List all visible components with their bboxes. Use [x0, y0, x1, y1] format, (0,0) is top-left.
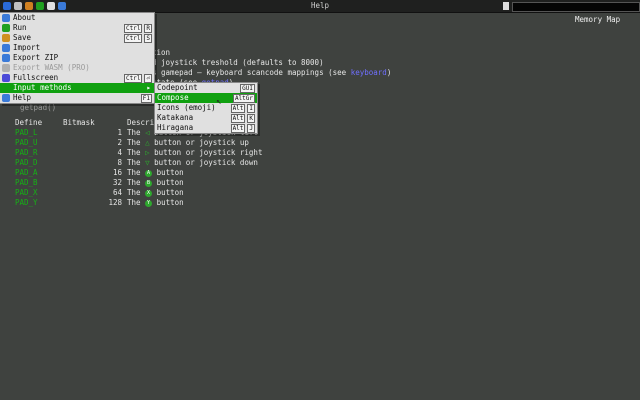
bitmask-value: 2: [117, 138, 122, 147]
description: The △ button or joystick up: [127, 138, 249, 147]
menu-item-label: Codepoint: [157, 83, 198, 92]
submenu-item-icons-emoji[interactable]: Icons (emoji) I Alt: [155, 103, 257, 113]
submenu-item-hiragana[interactable]: Hiragana J Alt: [155, 123, 257, 133]
menu-item-label: Import: [13, 43, 41, 52]
menu-item-label: About: [13, 13, 36, 22]
bitmask-value: 32: [112, 178, 122, 187]
bitmask-value: 128: [108, 198, 122, 207]
submenu-item-compose[interactable]: Compose AltGr: [155, 93, 257, 103]
a-button-icon: A: [145, 169, 153, 177]
menu-item-run[interactable]: Run R Ctrl: [0, 23, 154, 33]
define-name: PAD_A: [15, 168, 38, 177]
shortcut-key: AltGr: [232, 94, 255, 103]
right-arrow-icon: ▷: [145, 148, 150, 157]
description: The B button: [127, 178, 184, 187]
menu-item-save[interactable]: Save S Ctrl: [0, 33, 154, 43]
shortcut-key: S: [144, 34, 152, 43]
run-icon: [2, 24, 10, 32]
left-arrow-icon: ◁: [145, 128, 150, 137]
input-methods-icon: [2, 84, 10, 92]
submenu-item-katakana[interactable]: Katakana K Alt: [155, 113, 257, 123]
menu-item-input-methods[interactable]: Input methods ▸: [0, 83, 154, 93]
y-button-icon: Y: [145, 199, 153, 207]
bitmask-value: 1: [117, 128, 122, 137]
shortcut-key: Alt: [230, 114, 246, 123]
menu-item-label: Help: [13, 93, 32, 102]
define-name: PAD_X: [15, 188, 38, 197]
define-name: PAD_U: [15, 138, 38, 147]
column-header: Bitmask: [63, 118, 95, 127]
bitmask-value: 4: [117, 148, 122, 157]
shortcut-key: F1: [140, 94, 152, 103]
about-icon: [2, 14, 10, 22]
bitmask-value: 8: [117, 158, 122, 167]
search-input[interactable]: [512, 2, 640, 12]
shortcut-key: GUI: [240, 84, 255, 93]
keyboard-link[interactable]: keyboard: [351, 68, 387, 77]
description: The A button: [127, 168, 184, 177]
shortcut-key: R: [144, 24, 152, 33]
submenu-item-codepoint[interactable]: Codepoint GUI: [155, 83, 257, 93]
menu-item-import[interactable]: Import: [0, 43, 154, 53]
down-arrow-icon: ▽: [145, 158, 150, 167]
menu-item-label: Input methods: [13, 83, 72, 92]
import-icon: [2, 44, 10, 52]
column-header: Define: [15, 118, 43, 127]
define-name: PAD_L: [15, 128, 38, 137]
menu-item-label: Hiragana: [157, 123, 194, 132]
menu-item-fullscreen[interactable]: Fullscreen ⏎ Ctrl: [0, 73, 154, 83]
shortcut-key: Ctrl: [123, 24, 143, 33]
description: The Y button: [127, 198, 184, 207]
chevron-right-icon: ▸: [146, 83, 151, 92]
up-arrow-icon: △: [145, 138, 150, 147]
fullscreen-icon: [2, 74, 10, 82]
help-icon: [2, 94, 10, 102]
menu-item-label: Save: [13, 33, 32, 42]
shortcut-key: I: [247, 104, 255, 113]
define-name: PAD_D: [15, 158, 38, 167]
obscured-text: getpad(): [20, 103, 57, 112]
b-button-icon: B: [145, 179, 153, 187]
menu-item-about[interactable]: About: [0, 13, 154, 23]
menu-item-label: Export ZIP: [13, 53, 59, 62]
export-zip-icon: [2, 54, 10, 62]
mouse-cursor-icon: ↖: [216, 97, 222, 107]
main-menu: About Run R Ctrl Save S Ctrl Import Export ZIP Ex…: [0, 12, 155, 104]
export-wasm-icon: [2, 64, 10, 72]
menu-item-export-wasm-pro: Export WASM (PRO): [0, 63, 154, 73]
description: The ▽ button or joystick down: [127, 158, 258, 167]
shortcut-key: Alt: [230, 124, 246, 133]
description: The X button: [127, 188, 184, 197]
memory-map-link[interactable]: Memory Map: [575, 15, 620, 24]
shortcut-key: ⏎: [144, 74, 152, 83]
shortcut-key: J: [247, 124, 255, 133]
define-name: PAD_Y: [15, 198, 38, 207]
doc-line: s gamepad — keyboard scancode mappings (…: [152, 68, 392, 77]
save-icon: [2, 34, 10, 42]
menu-item-label: Fullscreen: [13, 73, 59, 82]
bitmask-value: 64: [112, 188, 122, 197]
menu-item-export-zip[interactable]: Export ZIP: [0, 53, 154, 63]
x-button-icon: X: [145, 189, 153, 197]
menu-item-label: Katakana: [157, 113, 194, 122]
input-methods-submenu: Codepoint GUI Compose AltGr Icons (emoji) I Al…: [154, 82, 258, 134]
shortcut-key: K: [247, 114, 255, 123]
menu-item-label: Compose: [157, 93, 189, 102]
menu-item-label: Export WASM (PRO): [13, 63, 90, 72]
menu-item-label: Icons (emoji): [157, 103, 216, 112]
define-name: PAD_R: [15, 148, 38, 157]
shortcut-key: Ctrl: [123, 74, 143, 83]
bitmask-value: 16: [112, 168, 122, 177]
doc-line: d joystick treshold (defaults to 8000): [152, 58, 324, 67]
define-name: PAD_B: [15, 178, 38, 187]
column-header: Descri: [127, 118, 155, 127]
shortcut-key: Alt: [230, 104, 246, 113]
menu-item-help[interactable]: Help F1: [0, 93, 154, 103]
menu-item-label: Run: [13, 23, 27, 32]
description: The ▷ button or joystick right: [127, 148, 263, 157]
shortcut-key: Ctrl: [123, 34, 143, 43]
document-icon[interactable]: [503, 2, 509, 10]
